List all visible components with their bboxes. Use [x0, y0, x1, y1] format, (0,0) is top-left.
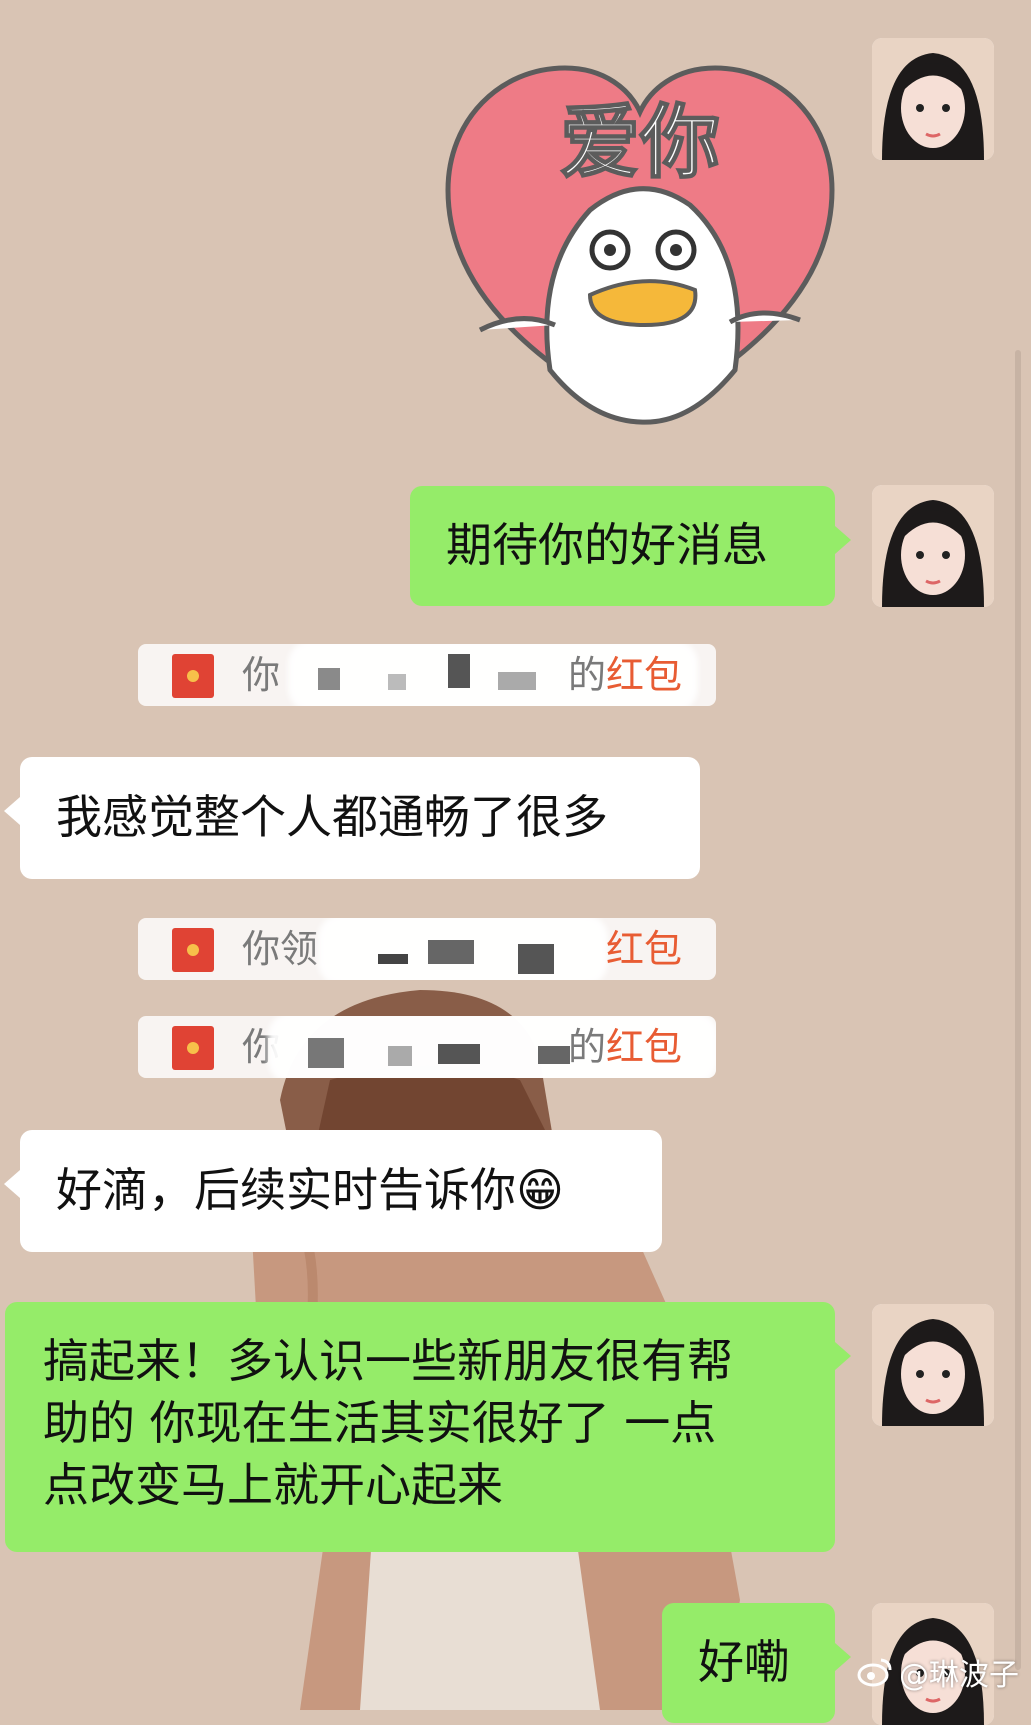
red-packet-icon — [172, 928, 214, 972]
redaction-pixel — [498, 672, 536, 690]
notice-highlight: 红包 — [605, 1025, 682, 1069]
message-bubble-sent[interactable]: 搞起来！多认识一些新朋友很有帮 助的 你现在生活其实很好了 一点 点改变马上就开… — [5, 1302, 851, 1552]
sticker-text: 爱你 — [560, 96, 720, 189]
redaction-pixel — [438, 1044, 480, 1064]
notice-middle: 的 — [567, 1025, 606, 1069]
my-avatar[interactable] — [872, 1304, 994, 1426]
red-packet-notice[interactable]: 你 的红包 — [138, 1016, 716, 1078]
weibo-logo-icon — [857, 1658, 892, 1687]
notice-prefix: 你领 — [242, 927, 319, 971]
watermark-text: @琳波子 — [899, 1658, 1019, 1693]
notice-highlight: 红包 — [605, 927, 682, 971]
notice-middle: 的 — [567, 653, 606, 697]
red-packet-icon — [172, 654, 214, 698]
redaction-pixel — [388, 674, 406, 690]
message-bubble-sent[interactable]: 期待你的好消息 — [410, 486, 851, 606]
red-packet-notice[interactable]: 你 的红包 — [138, 644, 716, 706]
weibo-watermark: @琳波子 — [857, 1650, 1019, 1694]
redaction-pixel — [308, 1038, 344, 1068]
message-line: 助的 你现在生活其实很好了 一点 — [43, 1396, 717, 1450]
scrollbar[interactable] — [1015, 350, 1021, 1670]
avatar-icon — [872, 38, 994, 160]
message-sticker[interactable]: 爱你 — [440, 40, 840, 430]
message-bubble-received[interactable]: 好滴，后续实时告诉你😁 — [4, 1130, 662, 1252]
redaction-pixel — [388, 1046, 412, 1066]
red-packet-notice[interactable]: 你领 红包 — [138, 918, 716, 980]
message-text: 好嘞 — [698, 1635, 790, 1689]
message-bubble-received[interactable]: 我感觉整个人都通畅了很多 — [4, 757, 700, 879]
redaction-pixel — [448, 654, 470, 688]
notice-prefix: 你 — [242, 653, 281, 697]
redaction-pixel — [378, 954, 408, 964]
love-duck-sticker: 爱你 — [445, 65, 835, 425]
message-text: 好滴，后续实时告诉你😁 — [56, 1163, 564, 1217]
notice-highlight: 红包 — [605, 653, 682, 697]
message-text: 期待你的好消息 — [446, 518, 768, 572]
message-line: 搞起来！多认识一些新朋友很有帮 — [43, 1334, 733, 1388]
message-line: 点改变马上就开心起来 — [43, 1458, 503, 1512]
my-avatar[interactable] — [872, 485, 994, 607]
message-text: 我感觉整个人都通畅了很多 — [56, 790, 608, 844]
avatar-icon — [872, 485, 994, 607]
redaction-pixel — [518, 944, 554, 974]
redaction-pixel — [538, 1046, 570, 1064]
my-avatar[interactable] — [872, 38, 994, 160]
redaction-pixel — [318, 668, 340, 690]
message-bubble-sent[interactable]: 好嘞 — [662, 1603, 851, 1723]
red-packet-icon — [172, 1026, 214, 1070]
avatar-icon — [872, 1304, 994, 1426]
redaction-pixel — [428, 940, 474, 964]
